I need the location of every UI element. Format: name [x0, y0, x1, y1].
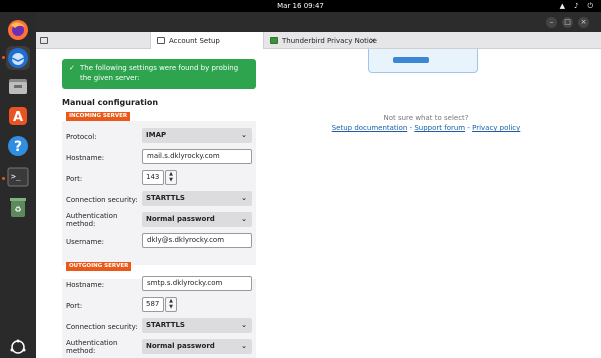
check-icon: ✓	[69, 64, 75, 72]
dock: A ? >_ ♻	[0, 12, 36, 358]
mail-icon	[40, 37, 48, 44]
incoming-port-label: Port:	[66, 175, 83, 183]
setup-documentation-link[interactable]: Setup documentation	[332, 124, 408, 132]
trash-icon[interactable]: ♻	[6, 195, 30, 219]
tab-privacy-notice[interactable]: Thunderbird Privacy Notice ×	[266, 32, 382, 49]
account-setup-icon	[157, 37, 165, 44]
outgoing-port-input[interactable]: 587	[142, 297, 164, 312]
banner-text: The following settings were found by pro…	[80, 64, 239, 82]
help-icon[interactable]: ?	[6, 134, 30, 158]
terminal-icon[interactable]: >_	[6, 165, 30, 189]
incoming-security-label: Connection security:	[66, 196, 138, 204]
help-links: Setup documentation - Support forum - Pr…	[296, 124, 556, 132]
incoming-auth-select[interactable]: Normal password ⌄	[142, 212, 252, 227]
title-bar[interactable]: – □ ×	[36, 12, 601, 32]
outgoing-port-stepper[interactable]: ▲ ▼	[165, 297, 177, 312]
config-preview-box	[368, 49, 478, 73]
chevron-down-icon: ⌄	[241, 321, 247, 329]
help-question: Not sure what to select?	[383, 114, 469, 122]
firefox-icon[interactable]	[6, 18, 30, 42]
thunderbird-tab-icon	[270, 37, 278, 44]
support-forum-link[interactable]: Support forum	[414, 124, 465, 132]
account-setup-page: ✓ The following settings were found by p…	[36, 49, 601, 358]
outgoing-security-label: Connection security:	[66, 323, 138, 331]
success-banner: ✓ The following settings were found by p…	[62, 59, 256, 89]
running-indicator	[2, 177, 5, 180]
incoming-server-tag: INCOMING SERVER	[66, 112, 131, 121]
outgoing-auth-label: Authentication method:	[66, 339, 118, 355]
incoming-auth-label: Authentication method:	[66, 212, 118, 228]
svg-text:>_: >_	[11, 172, 21, 181]
outgoing-server-tag: OUTGOING SERVER	[66, 262, 132, 271]
incoming-auth-value: Normal password	[146, 215, 215, 223]
files-icon[interactable]	[6, 74, 30, 98]
software-center-icon[interactable]: A	[6, 104, 30, 128]
tab-account-setup-label: Account Setup	[169, 36, 220, 45]
preview-button[interactable]	[393, 57, 429, 63]
clock[interactable]: Mar 16 09:47	[0, 0, 601, 12]
username-input[interactable]: dkly@s.dklyrocky.com	[142, 233, 252, 248]
minimize-button[interactable]: –	[546, 17, 557, 28]
outgoing-security-value: STARTTLS	[146, 321, 185, 329]
top-bar: Mar 16 09:47 ▲ ♪ ⏻	[0, 0, 601, 12]
chevron-down-icon: ⌄	[241, 194, 247, 202]
system-tray[interactable]: ▲ ♪ ⏻	[560, 0, 593, 12]
power-icon[interactable]: ⏻	[587, 2, 593, 11]
volume-icon[interactable]: ♪	[574, 2, 578, 10]
incoming-hostname-input[interactable]: mail.s.dklyrocky.com	[142, 149, 252, 164]
protocol-select[interactable]: IMAP ⌄	[142, 128, 252, 143]
chevron-down-icon: ⌄	[241, 131, 247, 139]
desktop: Mar 16 09:47 ▲ ♪ ⏻ A ? >_ ♻ – □ × Accoun…	[0, 0, 601, 358]
thunderbird-window: – □ × Account Setup Thunderbird Privacy …	[36, 12, 601, 358]
tab-privacy-notice-label: Thunderbird Privacy Notice	[282, 36, 377, 45]
outgoing-auth-value: Normal password	[146, 342, 215, 350]
username-label: Username:	[66, 238, 105, 246]
outgoing-port-label: Port:	[66, 302, 83, 310]
outgoing-security-select[interactable]: STARTTLS ⌄	[142, 318, 252, 333]
incoming-port-stepper[interactable]: ▲ ▼	[165, 170, 177, 185]
svg-text:A: A	[13, 110, 23, 125]
running-indicator	[2, 56, 5, 59]
manual-config-title: Manual configuration	[62, 98, 159, 107]
outgoing-auth-select[interactable]: Normal password ⌄	[142, 339, 252, 354]
protocol-label: Protocol:	[66, 133, 97, 141]
tab-bar: Account Setup Thunderbird Privacy Notice…	[36, 32, 601, 49]
svg-text:♻: ♻	[14, 205, 21, 214]
outgoing-hostname-label: Hostname:	[66, 281, 105, 289]
incoming-security-select[interactable]: STARTTLS ⌄	[142, 191, 252, 206]
incoming-port-input[interactable]: 143	[142, 170, 164, 185]
protocol-value: IMAP	[146, 131, 167, 139]
chevron-down-icon: ⌄	[241, 215, 247, 223]
privacy-policy-link[interactable]: Privacy policy	[472, 124, 520, 132]
chevron-down-icon: ⌄	[241, 342, 247, 350]
thunderbird-icon[interactable]	[6, 46, 30, 70]
maximize-button[interactable]: □	[562, 17, 573, 28]
network-icon[interactable]: ▲	[560, 2, 565, 10]
incoming-security-value: STARTTLS	[146, 194, 185, 202]
outgoing-hostname-input[interactable]: smtp.s.dklyrocky.com	[142, 276, 252, 291]
svg-text:?: ?	[14, 139, 22, 155]
incoming-hostname-label: Hostname:	[66, 154, 105, 162]
close-tab-icon[interactable]: ×	[369, 36, 376, 45]
tab-mail[interactable]	[36, 32, 148, 49]
show-apps-icon[interactable]	[8, 338, 28, 356]
close-window-button[interactable]: ×	[578, 17, 589, 28]
tab-account-setup[interactable]: Account Setup	[150, 32, 264, 49]
